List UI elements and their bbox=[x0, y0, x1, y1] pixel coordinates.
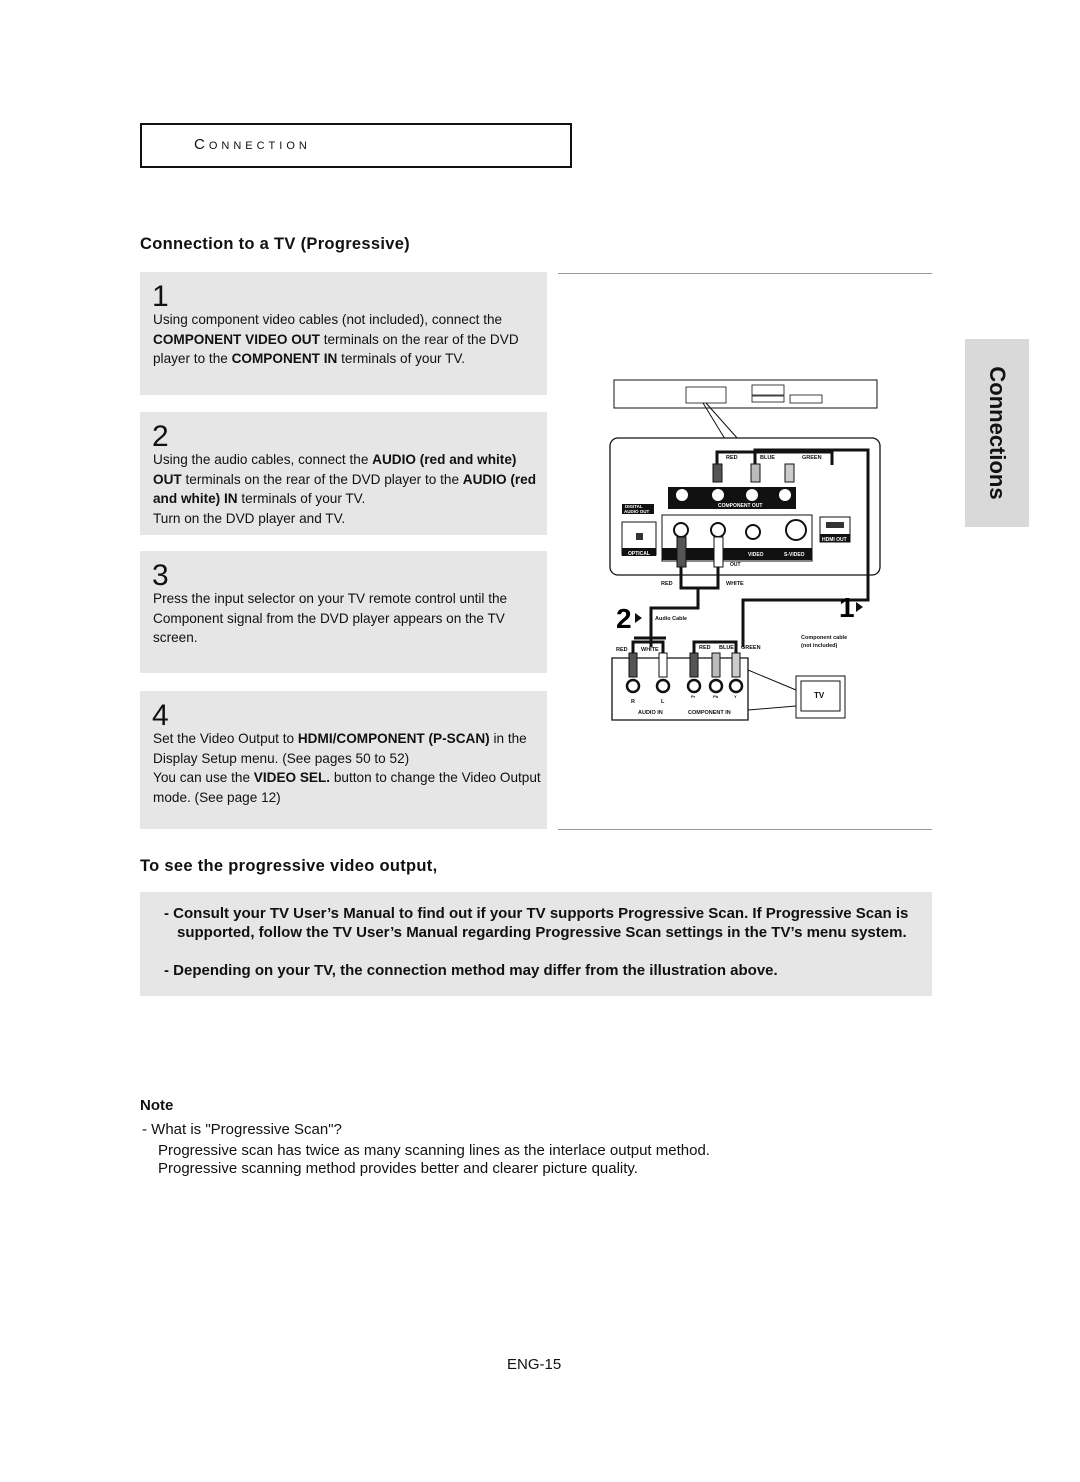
step-text-bold: COMPONENT IN bbox=[231, 351, 338, 366]
label-component-cable: Component cable bbox=[801, 635, 847, 641]
side-tab-label: Connections bbox=[985, 366, 1010, 500]
tv-label-comp-red: RED bbox=[699, 645, 711, 651]
note-question: - What is "Progressive Scan"? bbox=[142, 1121, 342, 1138]
label-cable-white: WHITE bbox=[726, 581, 744, 587]
tv-label-audio-in: AUDIO IN bbox=[638, 710, 663, 716]
connection-diagram: RED BLUE GREEN AUDIO COAXIAL COMPONENT O… bbox=[609, 379, 881, 721]
progressive-heading: To see the progressive video output, bbox=[140, 857, 438, 875]
step-4: 4 Set the Video Output to HDMI/COMPONENT … bbox=[140, 691, 547, 829]
step-text-segment: Using component video cables (not includ… bbox=[153, 312, 503, 327]
step-2: 2 Using the audio cables, connect the AUD… bbox=[140, 412, 547, 535]
step-text-segment: Press the input selector on your TV remo… bbox=[153, 591, 508, 645]
tv-label-pr: Pr bbox=[691, 694, 696, 699]
tv-label: TV bbox=[814, 691, 825, 700]
section-header-box: Connection bbox=[140, 123, 572, 168]
step-text-segment: Set the Video Output to bbox=[153, 731, 298, 746]
label-optical: OPTICAL bbox=[628, 551, 650, 557]
side-tab-connections: Connections bbox=[965, 339, 1029, 527]
label-pb: Pb bbox=[725, 501, 729, 505]
step-number: 1 bbox=[152, 280, 169, 313]
step-text-bold: COMPONENT VIDEO OUT bbox=[153, 331, 320, 347]
step-text-segment: Using the audio cables, connect the bbox=[153, 452, 373, 467]
note-answer-2: Progressive scanning method provides bet… bbox=[158, 1160, 638, 1177]
label-pr: Pr bbox=[689, 501, 693, 505]
green-plug bbox=[784, 463, 795, 483]
tv-label-r: R bbox=[631, 699, 635, 705]
label-not-included: (not included) bbox=[801, 643, 838, 649]
step-text: Using component video cables (not includ… bbox=[153, 310, 543, 369]
label-hdmi-out: HDMI OUT bbox=[822, 537, 847, 543]
step-number: 4 bbox=[152, 699, 169, 732]
tv-label-comp-blue: BLUE bbox=[719, 645, 734, 651]
step-number: 3 bbox=[152, 559, 169, 592]
label-audio-out: AUDIO OUT bbox=[624, 509, 650, 514]
label-blue: BLUE bbox=[760, 455, 775, 461]
note-answer-1: Progressive scan has twice as many scann… bbox=[158, 1142, 710, 1159]
tv-label-y: Y bbox=[734, 694, 737, 699]
step-3: 3 Press the input selector on your TV rem… bbox=[140, 551, 547, 673]
tip-2: - Depending on your TV, the connection m… bbox=[164, 962, 778, 979]
step-text-bold: HDMI/COMPONENT (P-SCAN) bbox=[297, 731, 490, 746]
tv-label-comp-green: GREEN bbox=[741, 645, 761, 651]
step-2-marker: 2 bbox=[616, 603, 632, 634]
step-text: Press the input selector on your TV remo… bbox=[153, 589, 543, 648]
blue-plug bbox=[750, 463, 761, 483]
step-1-marker: 1 bbox=[839, 592, 855, 623]
step-number: 2 bbox=[152, 420, 169, 453]
label-s-video: S-VIDEO bbox=[784, 552, 805, 558]
label-out: OUT bbox=[730, 562, 741, 568]
divider-top bbox=[558, 273, 932, 274]
label-green: GREEN bbox=[802, 455, 822, 461]
step-text: Set the Video Output to HDMI/COMPONENT (… bbox=[153, 729, 543, 807]
label-cable-red: RED bbox=[661, 581, 673, 587]
dvd-player-rear bbox=[613, 379, 878, 409]
label-audio-cable: Audio Cable bbox=[655, 616, 687, 622]
tip-1: - Consult your TV User’s Manual to find … bbox=[164, 905, 909, 941]
step-text-segment: terminals of your TV. bbox=[337, 351, 466, 366]
hdmi-port-icon bbox=[826, 522, 844, 528]
step-text-segment: terminals on the rear of the DVD player … bbox=[181, 471, 463, 487]
tv-label-component-in: COMPONENT IN bbox=[688, 710, 731, 716]
note-title: Note bbox=[140, 1097, 174, 1114]
step-text-bold: VIDEO SEL. bbox=[253, 770, 331, 785]
step-text-segment: Turn on the DVD player and TV. bbox=[153, 510, 346, 526]
step-text-segment: terminals of your TV. bbox=[237, 491, 366, 506]
tv-label-white: WHITE bbox=[641, 647, 659, 653]
tv-label-pb: Pb bbox=[713, 694, 719, 699]
tv-label-red: RED bbox=[616, 647, 628, 653]
step-text: Using the audio cables, connect the AUDI… bbox=[153, 450, 543, 528]
red-plug bbox=[712, 463, 723, 483]
label-coaxial: COAXIAL bbox=[670, 509, 693, 515]
step-text-segment: You can use the bbox=[153, 770, 254, 785]
progressive-tips-box: - Consult your TV User’s Manual to find … bbox=[140, 892, 932, 996]
page-number: ENG-15 bbox=[507, 1356, 562, 1373]
label-video: VIDEO bbox=[748, 552, 764, 558]
page-heading: Connection to a TV (Progressive) bbox=[140, 235, 410, 253]
divider-bottom bbox=[558, 829, 932, 830]
section-title: Connection bbox=[194, 136, 311, 153]
step-1: 1 Using component video cables (not inclu… bbox=[140, 272, 547, 395]
label-red: RED bbox=[726, 455, 738, 461]
